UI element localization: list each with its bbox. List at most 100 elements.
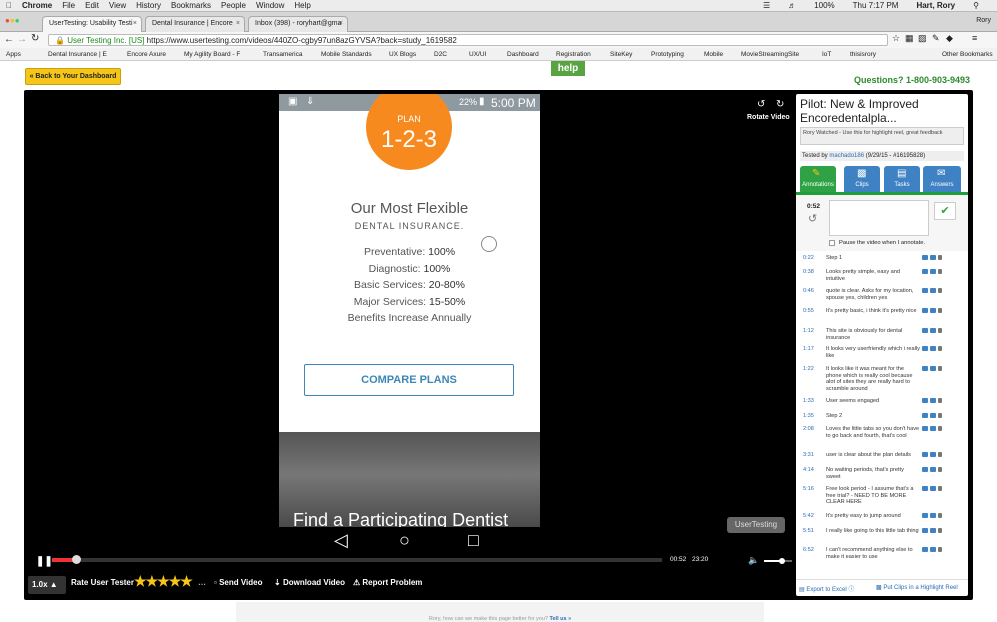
device-screen[interactable]: ▣ ⇓ ⏰ ▲ 22% ▮ 5:00 PM PLAN 1-2-3 Our Mos… (279, 94, 540, 527)
rating-stars[interactable]: ★★★★★ (134, 573, 193, 590)
annotation-timestamp[interactable]: 1:17 (803, 346, 814, 353)
annotation-timestamp[interactable]: 4:14 (803, 467, 814, 474)
star-icon[interactable]: ★ (157, 573, 170, 589)
app-menu[interactable]: Chrome (22, 1, 52, 10)
clock[interactable]: Thu 7:17 PM (853, 1, 899, 10)
email-icon[interactable] (930, 467, 936, 472)
star-icon[interactable]: ★ (169, 573, 182, 589)
volume-icon[interactable]: ♬ (788, 1, 796, 10)
annotation-timestamp[interactable]: 1:33 (803, 398, 814, 405)
tab-usertesting[interactable]: UserTesting: Usability Testi × (42, 16, 142, 32)
annotation-timestamp[interactable]: 0:22 (803, 255, 814, 262)
window-controls[interactable]: ●●● (5, 16, 20, 25)
back-arrow-icon[interactable]: ← (4, 34, 14, 45)
compare-plans-button[interactable]: COMPARE PLANS (304, 364, 514, 396)
annotation-timestamp[interactable]: 0:55 (803, 308, 814, 315)
annotation-textarea[interactable] (829, 200, 929, 236)
annotation-timestamp[interactable]: 1:35 (803, 413, 814, 420)
feedback-link[interactable]: Tell us » (550, 616, 572, 622)
menu-history[interactable]: History (136, 1, 161, 10)
annotation-timestamp[interactable]: 1:12 (803, 328, 814, 335)
find-dentist-heading[interactable]: Find a Participating Dentist (293, 510, 508, 527)
report-problem-button[interactable]: ⚠ Report Problem (353, 578, 422, 587)
email-icon[interactable] (930, 513, 936, 518)
annotation-timestamp[interactable]: 0:46 (803, 288, 814, 295)
trash-icon[interactable] (938, 366, 942, 371)
bookmark-ux-blogs[interactable]: UX Blogs (389, 51, 416, 58)
url-input[interactable]: 🔒 User Testing Inc. [US] https://www.use… (48, 34, 888, 46)
trash-icon[interactable] (938, 288, 942, 293)
forward-arrow-icon[interactable]: → (17, 34, 27, 45)
clip-icon[interactable] (922, 398, 928, 403)
back-to-dashboard-button[interactable]: « Back to Your Dashboard (25, 68, 121, 85)
tab-annotations[interactable]: ✎ Annotations (800, 166, 836, 192)
download-video-button[interactable]: ⇣ Download Video (274, 578, 345, 587)
trash-icon[interactable] (938, 413, 942, 418)
clip-icon[interactable] (922, 255, 928, 260)
tab-clips[interactable]: ▩ Clips (844, 166, 880, 192)
close-icon[interactable]: × (339, 20, 343, 27)
clip-icon[interactable] (922, 328, 928, 333)
bookmark-apps[interactable]: Apps (6, 51, 21, 58)
export-excel-link[interactable]: ▤ Export to Excel ⓘ (799, 584, 854, 593)
clip-icon[interactable] (922, 486, 928, 491)
recents-square-icon[interactable]: □ (468, 530, 479, 551)
email-icon[interactable] (930, 308, 936, 313)
star-icon[interactable]: ★ (180, 573, 193, 589)
save-annotation-button[interactable]: ✔ (934, 202, 956, 220)
close-icon[interactable]: × (236, 20, 240, 27)
email-icon[interactable] (930, 452, 936, 457)
bookmark-other[interactable]: Other Bookmarks (942, 51, 993, 58)
rotate-right-icon[interactable]: ↻ (776, 99, 784, 110)
bookmark-thisisrory[interactable]: thisisrory (850, 51, 876, 58)
rewind-5-icon[interactable]: ↺ (808, 212, 817, 225)
menu-help[interactable]: Help (294, 1, 310, 10)
star-icon[interactable]: ★ (134, 573, 147, 589)
email-icon[interactable] (930, 328, 936, 333)
study-note[interactable]: Rory Watched - Use this for highlight re… (800, 127, 964, 145)
clip-icon[interactable] (922, 346, 928, 351)
annotation-timestamp[interactable]: 5:16 (803, 486, 814, 493)
home-circle-icon[interactable]: ○ (399, 530, 410, 551)
user-menu[interactable]: Hart, Rory (916, 1, 955, 10)
extension-icon[interactable]: ▦ (905, 33, 914, 44)
trash-icon[interactable] (938, 452, 942, 457)
clip-icon[interactable] (922, 288, 928, 293)
extension-icon[interactable]: ▨ (918, 33, 927, 44)
annotation-timestamp[interactable]: 5:42 (803, 513, 814, 520)
rotate-video-label[interactable]: Rotate Video (747, 114, 790, 121)
send-video-button[interactable]: ▫ Send Video (214, 578, 262, 587)
volume-icon[interactable]: 🔈 (748, 555, 759, 566)
back-triangle-icon[interactable]: ◁ (334, 530, 348, 551)
star-icon[interactable]: ☆ (892, 33, 900, 44)
trash-icon[interactable] (938, 528, 942, 533)
bookmark-mobile-standards[interactable]: Mobile Standards (321, 51, 372, 58)
video-player[interactable]: ▣ ⇓ ⏰ ▲ 22% ▮ 5:00 PM PLAN 1-2-3 Our Mos… (24, 90, 973, 600)
bookmark-encore-axure[interactable]: Encore Axure (127, 51, 166, 58)
tab-dental-insurance[interactable]: Dental Insurance | Encore × (145, 16, 245, 32)
trash-icon[interactable] (938, 398, 942, 403)
bookmark-dental[interactable]: Dental Insurance | E (48, 51, 107, 58)
annotation-timestamp[interactable]: 2:08 (803, 426, 814, 433)
menu-people[interactable]: People (221, 1, 246, 10)
volume-knob[interactable] (779, 558, 786, 564)
extension-icon[interactable]: ✎ (932, 33, 940, 44)
trash-icon[interactable] (938, 426, 942, 431)
email-icon[interactable] (930, 486, 936, 491)
annotation-timestamp[interactable]: 3:31 (803, 452, 814, 459)
email-icon[interactable] (930, 255, 936, 260)
profile-name[interactable]: Rory (976, 17, 991, 24)
menu-file[interactable]: File (62, 1, 75, 10)
scrubber-knob[interactable] (72, 555, 82, 564)
bookmark-moviestreaming[interactable]: MovieStreamingSite (741, 51, 799, 58)
tester-link[interactable]: machado186 (829, 153, 864, 159)
bookmark-prototyping[interactable]: Prototyping (651, 51, 684, 58)
trash-icon[interactable] (938, 467, 942, 472)
clip-icon[interactable] (922, 308, 928, 313)
annotation-timestamp[interactable]: 1:22 (803, 366, 814, 373)
battery-percent[interactable]: 100% (814, 1, 834, 10)
bookmark-iot[interactable]: IoT (822, 51, 831, 58)
volume-slider[interactable] (764, 558, 792, 564)
email-icon[interactable] (930, 269, 936, 274)
trash-icon[interactable] (938, 255, 942, 260)
